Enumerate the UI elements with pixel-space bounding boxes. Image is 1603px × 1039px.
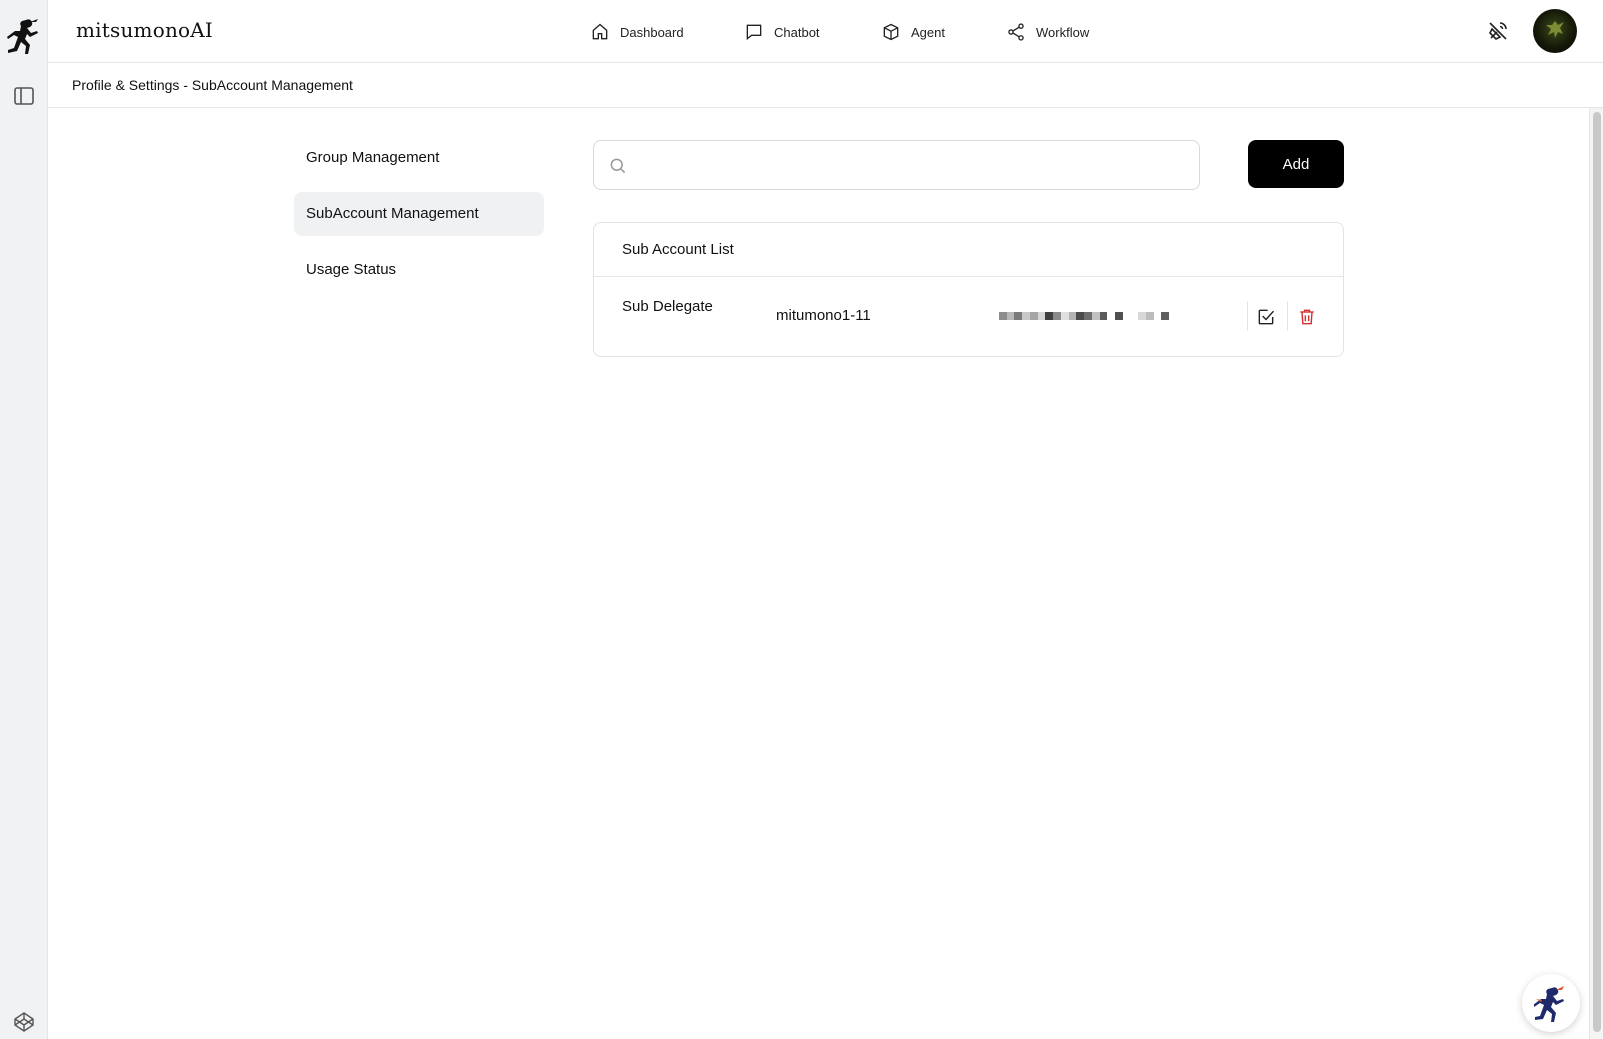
- nav-chatbot-label: Chatbot: [774, 24, 820, 40]
- left-rail: [0, 0, 48, 1039]
- cube-icon: [883, 23, 899, 41]
- share-nodes-icon: [1008, 23, 1024, 41]
- search-box[interactable]: [593, 140, 1200, 190]
- sub-account-username: mitumono1-11: [776, 307, 871, 324]
- avatar-figure-icon: [1546, 21, 1564, 38]
- nav-agent-label: Agent: [911, 24, 945, 40]
- trash-icon[interactable]: [1297, 307, 1317, 327]
- table-row: Sub Delegate mitumono1-11: [594, 277, 1343, 357]
- ninja-assistant-icon: [1534, 986, 1564, 1022]
- main-content: Group Management SubAccount Management U…: [48, 108, 1588, 1039]
- edit-checkbox-icon[interactable]: [1256, 307, 1276, 327]
- sub-account-list-title: Sub Account List: [622, 241, 734, 258]
- home-icon: [592, 23, 608, 40]
- settings-item-group-management[interactable]: Group Management: [294, 136, 544, 180]
- sub-account-role: Sub Delegate: [622, 298, 713, 315]
- breadcrumb: Profile & Settings - SubAccount Manageme…: [72, 77, 353, 93]
- sidebar-toggle-icon[interactable]: [12, 84, 36, 108]
- nav-workflow-label: Workflow: [1036, 24, 1090, 40]
- assistant-launcher-button[interactable]: [1522, 974, 1580, 1032]
- masked-email: [999, 312, 1170, 322]
- brand-name[interactable]: mitsumonoAI: [76, 18, 213, 42]
- codepen-icon[interactable]: [12, 1010, 36, 1034]
- ninja-logo-icon[interactable]: [6, 16, 42, 56]
- search-icon: [610, 158, 626, 174]
- user-avatar[interactable]: [1533, 9, 1577, 53]
- nav-workflow[interactable]: Workflow: [1006, 20, 1089, 44]
- nav-agent[interactable]: Agent: [881, 20, 945, 44]
- sub-account-list-card: Sub Account List Sub Delegate mitumono1-…: [593, 222, 1344, 357]
- action-separator: [1247, 301, 1248, 331]
- nav-dashboard-label: Dashboard: [620, 24, 684, 40]
- search-input[interactable]: [638, 149, 1188, 181]
- settings-item-usage-status[interactable]: Usage Status: [294, 248, 544, 292]
- nav-chatbot[interactable]: Chatbot: [744, 20, 820, 44]
- settings-item-subaccount-management[interactable]: SubAccount Management: [294, 192, 544, 236]
- top-bar: mitsumonoAI Dashboard Chatbot Agent Work…: [48, 0, 1603, 63]
- page-header: Profile & Settings - SubAccount Manageme…: [48, 63, 1603, 108]
- chat-bubble-icon: [746, 24, 762, 41]
- vertical-scrollbar[interactable]: [1589, 108, 1603, 1039]
- nav-dashboard[interactable]: Dashboard: [590, 20, 684, 44]
- add-button[interactable]: Add: [1248, 140, 1344, 188]
- action-separator: [1287, 301, 1288, 331]
- connection-status-icon[interactable]: [1486, 19, 1510, 43]
- settings-menu: Group Management SubAccount Management U…: [294, 136, 544, 304]
- scrollbar-thumb[interactable]: [1593, 112, 1601, 1032]
